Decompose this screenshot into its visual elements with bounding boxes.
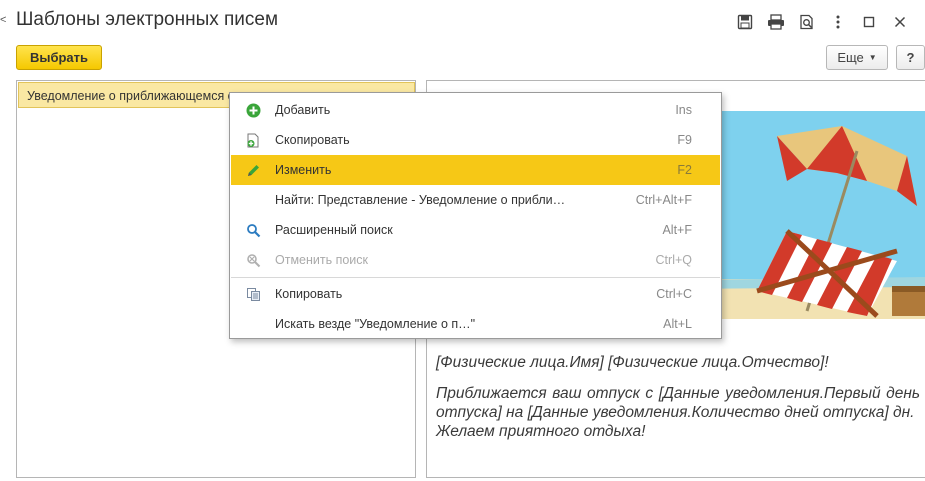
page-title: Шаблоны электронных писем xyxy=(16,9,279,30)
menu-item-search-everywhere[interactable]: Искать везде "Уведомление о п…" Alt+L xyxy=(231,309,720,339)
preview-icon[interactable] xyxy=(791,12,822,32)
copy-item-icon xyxy=(231,133,275,148)
more-button[interactable]: Еще ▼ xyxy=(826,45,888,70)
clipboard-copy-icon xyxy=(231,287,275,302)
preview-wish: Желаем приятного отдыха! xyxy=(436,423,646,440)
menu-item-label: Добавить xyxy=(275,103,331,117)
cancel-search-icon xyxy=(231,253,275,268)
menu-item-label: Копировать xyxy=(275,287,343,301)
preview-body: [Физические лица.Имя] [Физические лица.О… xyxy=(436,353,920,441)
menu-item-shortcut: Alt+F xyxy=(662,223,692,237)
menu-item-shortcut: Ctrl+Q xyxy=(655,253,692,267)
preview-vacation-text: Приближается ваш отпуск с [Данные уведом… xyxy=(436,385,920,421)
menu-item-label: Отменить поиск xyxy=(275,253,369,267)
maximize-icon[interactable] xyxy=(853,12,884,32)
menu-separator xyxy=(231,277,720,278)
add-icon xyxy=(231,103,275,118)
help-button[interactable]: ? xyxy=(896,45,925,70)
close-icon[interactable] xyxy=(884,12,915,32)
menu-item-copy[interactable]: Копировать Ctrl+C xyxy=(231,279,720,309)
menu-item-advanced-search[interactable]: Расширенный поиск Alt+F xyxy=(231,215,720,245)
more-vertical-icon[interactable] xyxy=(822,12,853,32)
menu-item-find[interactable]: Найти: Представление - Уведомление о при… xyxy=(231,185,720,215)
menu-item-edit[interactable]: Изменить F2 xyxy=(231,155,720,185)
context-menu: Добавить Ins Скопировать F9 Изменить F2 … xyxy=(229,92,722,339)
menu-item-shortcut: F9 xyxy=(677,133,692,147)
preview-greeting: [Физические лица.Имя] [Физические лица.О… xyxy=(436,354,829,371)
window-toolbar xyxy=(729,12,915,32)
collapse-marker[interactable]: < xyxy=(0,14,6,26)
choose-button[interactable]: Выбрать xyxy=(16,45,102,70)
menu-item-copy-item[interactable]: Скопировать F9 xyxy=(231,125,720,155)
menu-item-shortcut: F2 xyxy=(677,163,692,177)
menu-item-shortcut: Alt+L xyxy=(663,317,692,331)
menu-item-add[interactable]: Добавить Ins xyxy=(231,95,720,125)
more-button-label: Еще xyxy=(837,50,864,65)
print-icon[interactable] xyxy=(760,12,791,32)
menu-item-label: Скопировать xyxy=(275,133,350,147)
menu-item-cancel-search: Отменить поиск Ctrl+Q xyxy=(231,245,720,275)
menu-item-label: Найти: Представление - Уведомление о при… xyxy=(275,193,566,207)
pencil-icon xyxy=(231,163,275,178)
menu-item-label: Искать везде "Уведомление о п…" xyxy=(275,317,476,331)
menu-item-shortcut: Ins xyxy=(675,103,692,117)
menu-item-label: Изменить xyxy=(275,163,332,177)
menu-item-shortcut: Ctrl+Alt+F xyxy=(635,193,692,207)
save-icon[interactable] xyxy=(729,12,760,32)
search-icon xyxy=(231,223,275,238)
menu-item-shortcut: Ctrl+C xyxy=(656,287,692,301)
chevron-down-icon: ▼ xyxy=(868,53,877,62)
menu-item-label: Расширенный поиск xyxy=(275,223,393,237)
